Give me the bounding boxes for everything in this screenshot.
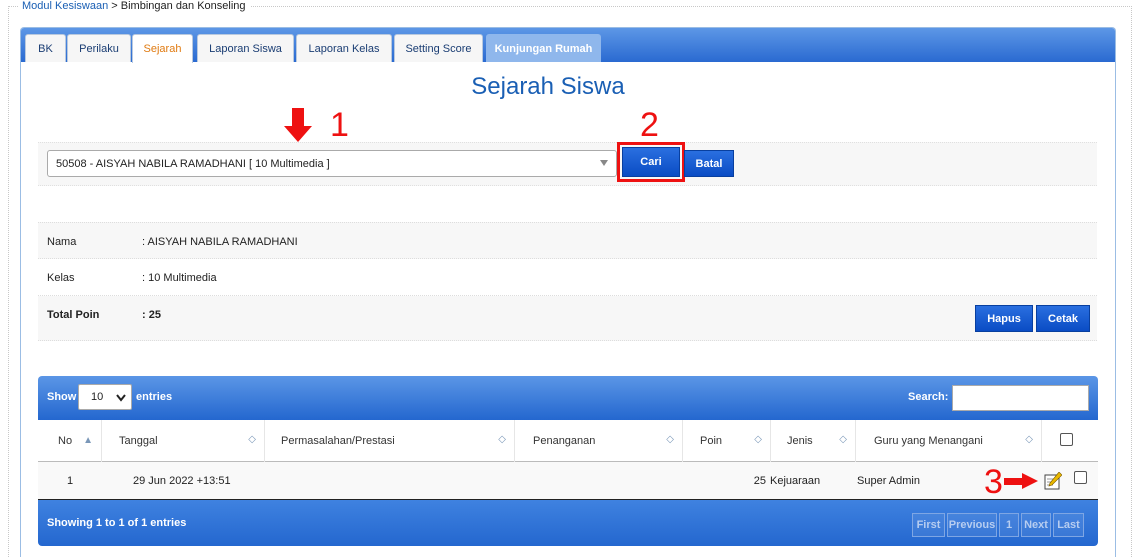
search-label: Search: bbox=[908, 391, 949, 403]
column-header-permasalahan[interactable]: Permasalahan/Prestasi ◇ bbox=[265, 420, 515, 462]
total-poin-label: Total Poin bbox=[47, 309, 100, 321]
table-header: No ▲ Tanggal ◇ Permasalahan/Prestasi ◇ P… bbox=[38, 420, 1098, 462]
pager-next-button[interactable]: Next bbox=[1021, 513, 1051, 537]
table-search-input[interactable] bbox=[952, 385, 1089, 411]
sort-both-icon: ◇ bbox=[666, 434, 674, 445]
cell-poin: 25 bbox=[753, 475, 766, 487]
sort-both-icon: ◇ bbox=[248, 434, 256, 445]
chevron-down-icon bbox=[116, 394, 126, 402]
red-down-arrow-icon bbox=[284, 108, 312, 142]
pager-first-button[interactable]: First bbox=[912, 513, 945, 537]
cell-tanggal: 29 Jun 2022 +13:51 bbox=[133, 475, 231, 487]
sort-asc-icon: ▲ bbox=[83, 435, 93, 446]
tab-bk[interactable]: BK bbox=[25, 34, 66, 62]
nama-label: Nama bbox=[47, 236, 77, 248]
entries-length-value: 10 bbox=[91, 391, 104, 403]
hapus-button[interactable]: Hapus bbox=[975, 305, 1033, 332]
cetak-button[interactable]: Cetak bbox=[1036, 305, 1090, 332]
row-checkbox[interactable] bbox=[1074, 471, 1087, 484]
column-header-label: Jenis bbox=[787, 435, 813, 447]
sort-both-icon: ◇ bbox=[839, 434, 847, 445]
tab-bar: BK Perilaku Sejarah Laporan Siswa Lapora… bbox=[21, 28, 1115, 63]
breadcrumb-current: Bimbingan dan Konseling bbox=[120, 0, 246, 12]
table-row: 1 29 Jun 2022 +13:51 25 Kejuaraan Super … bbox=[38, 462, 1098, 500]
table-footer: Showing 1 to 1 of 1 entries First Previo… bbox=[38, 500, 1098, 546]
history-table: Show 10 entries Search: No ▲ Tanggal ◇ P… bbox=[38, 376, 1098, 546]
pager-page-1[interactable]: 1 bbox=[999, 513, 1019, 537]
kelas-value: : 10 Multimedia bbox=[142, 272, 217, 284]
info-row-nama: Nama : AISYAH NABILA RAMADHANI bbox=[38, 222, 1097, 259]
breadcrumb: Modul Kesiswaan > Bimbingan dan Konselin… bbox=[18, 0, 250, 12]
info-row-kelas: Kelas : 10 Multimedia bbox=[38, 259, 1097, 296]
column-header-no[interactable]: No ▲ bbox=[38, 420, 102, 462]
edit-icon[interactable] bbox=[1044, 472, 1062, 490]
highlight-box bbox=[617, 142, 685, 182]
column-header-jenis[interactable]: Jenis ◇ bbox=[771, 420, 856, 462]
table-toolbar: Show 10 entries Search: bbox=[38, 376, 1098, 420]
column-header-label: Permasalahan/Prestasi bbox=[281, 435, 395, 447]
info-row-total: Total Poin : 25 bbox=[38, 296, 1097, 341]
column-header-label: Penanganan bbox=[533, 435, 596, 447]
table-info: Showing 1 to 1 of 1 entries bbox=[47, 517, 187, 529]
chevron-down-icon bbox=[600, 160, 608, 166]
entries-label: entries bbox=[136, 391, 173, 403]
cell-guru: Super Admin bbox=[857, 475, 920, 487]
nama-value: : AISYAH NABILA RAMADHANI bbox=[142, 236, 298, 248]
tab-perilaku[interactable]: Perilaku bbox=[67, 34, 131, 62]
column-header-guru[interactable]: Guru yang Menangani ◇ bbox=[856, 420, 1042, 462]
column-header-label: Poin bbox=[700, 435, 723, 447]
breadcrumb-module-link[interactable]: Modul Kesiswaan bbox=[22, 0, 108, 12]
column-header-penanganan[interactable]: Penanganan ◇ bbox=[515, 420, 683, 462]
column-header-label: Guru yang Menangani bbox=[874, 435, 983, 447]
cell-no: 1 bbox=[67, 475, 74, 487]
column-header-label: Tanggal bbox=[119, 435, 158, 447]
total-poin-value: : 25 bbox=[142, 309, 161, 321]
red-right-arrow-icon bbox=[1004, 473, 1038, 489]
student-select[interactable]: 50508 - AISYAH NABILA RAMADHANI [ 10 Mul… bbox=[47, 150, 617, 177]
pager-last-button[interactable]: Last bbox=[1053, 513, 1084, 537]
breadcrumb-separator: > bbox=[111, 0, 118, 12]
column-header-tanggal[interactable]: Tanggal ◇ bbox=[102, 420, 265, 462]
annotation-3: 3 bbox=[984, 463, 1003, 501]
tab-kunjungan-rumah[interactable]: Kunjungan Rumah bbox=[486, 34, 601, 62]
tab-laporan-siswa[interactable]: Laporan Siswa bbox=[197, 34, 294, 62]
show-label: Show bbox=[47, 391, 77, 403]
pager-previous-button[interactable]: Previous bbox=[947, 513, 997, 537]
tab-sejarah[interactable]: Sejarah bbox=[132, 34, 193, 63]
annotation-1: 1 bbox=[330, 106, 349, 144]
annotation-2: 2 bbox=[640, 106, 659, 144]
tab-setting-score[interactable]: Setting Score bbox=[394, 34, 483, 62]
tab-laporan-kelas[interactable]: Laporan Kelas bbox=[296, 34, 392, 62]
kelas-label: Kelas bbox=[47, 272, 75, 284]
select-all-checkbox[interactable] bbox=[1060, 433, 1073, 446]
cell-jenis: Kejuaraan bbox=[770, 475, 821, 487]
sort-both-icon: ◇ bbox=[498, 434, 506, 445]
column-header-poin[interactable]: Poin ◇ bbox=[683, 420, 771, 462]
batal-button[interactable]: Batal bbox=[684, 150, 734, 177]
entries-length-select[interactable]: 10 bbox=[78, 384, 132, 410]
sort-both-icon: ◇ bbox=[1025, 434, 1033, 445]
student-select-value: 50508 - AISYAH NABILA RAMADHANI [ 10 Mul… bbox=[56, 157, 330, 170]
sort-both-icon: ◇ bbox=[754, 434, 762, 445]
page-title: Sejarah Siswa bbox=[471, 73, 625, 100]
column-header-label: No bbox=[58, 435, 73, 447]
